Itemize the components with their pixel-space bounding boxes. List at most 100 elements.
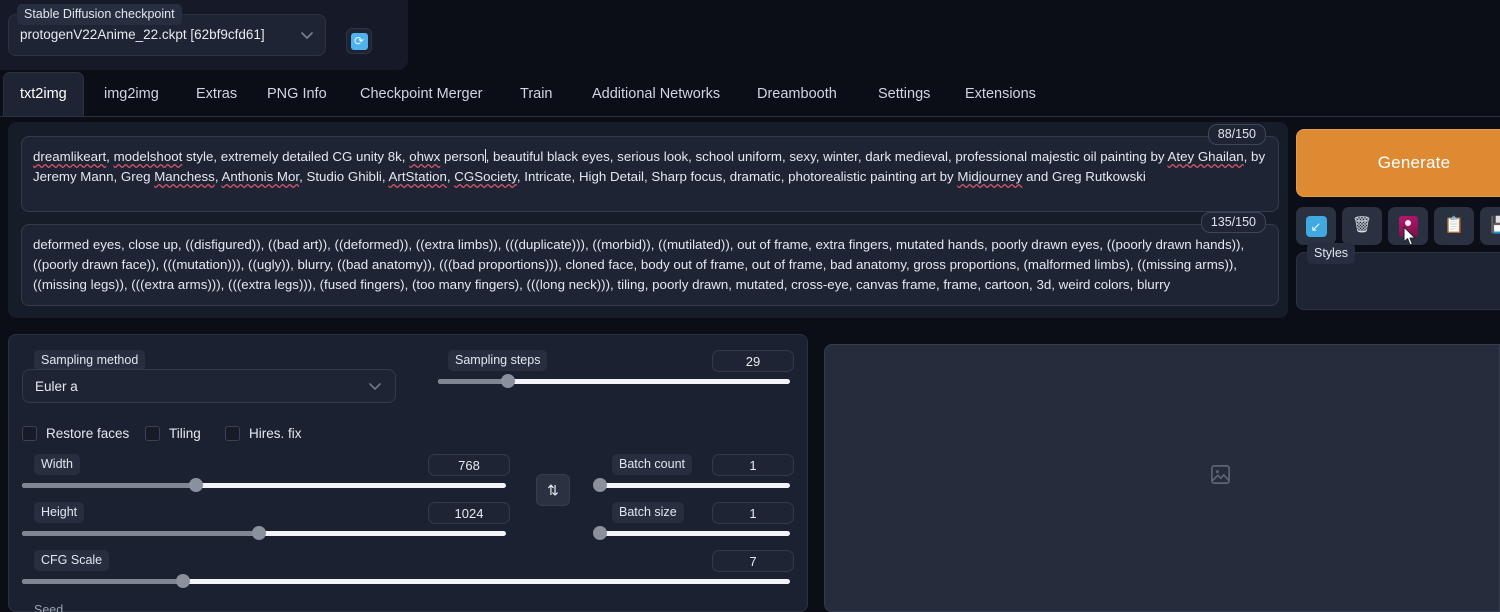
- tab-label: PNG Info: [267, 86, 327, 102]
- slider-thumb[interactable]: [176, 574, 191, 588]
- restore-progress-button[interactable]: ↙: [1296, 207, 1336, 245]
- tab-additional-networks[interactable]: Additional Networks: [576, 72, 736, 116]
- misspelled-word: dreamlikeart: [33, 149, 107, 164]
- checkpoint-value: protogenV22Anime_22.ckpt [62bf9cfd61]: [20, 27, 265, 42]
- swap-arrows-icon: ⇅: [547, 481, 559, 498]
- slider-thumb[interactable]: [593, 526, 607, 540]
- slider-thumb[interactable]: [252, 526, 267, 540]
- misspelled-word: ArtStation: [388, 169, 447, 184]
- clipboard-icon: 📋: [1444, 217, 1464, 234]
- batch-count-label: Batch count: [612, 454, 693, 475]
- prompt-fragment: , Intricate, High Detail, Sharp focus, d…: [516, 169, 958, 184]
- checkpoint-bar: Stable Diffusion checkpoint protogenV22A…: [0, 0, 408, 70]
- slider-thumb[interactable]: [501, 374, 516, 388]
- prompt-fragment: ,: [106, 149, 114, 164]
- slider-track: [600, 531, 790, 536]
- width-value[interactable]: 768: [428, 454, 510, 476]
- negative-prompt-textarea[interactable]: deformed eyes, close up, ((disfigured)),…: [21, 212, 1279, 306]
- checkbox-box[interactable]: [145, 426, 160, 441]
- tab-label: Extras: [196, 86, 238, 102]
- height-slider[interactable]: [22, 526, 506, 540]
- stable-diffusion-webui: Stable Diffusion checkpoint protogenV22A…: [0, 0, 1500, 612]
- sampling-method-value: Euler a: [35, 378, 78, 394]
- swap-dimensions-button[interactable]: ⇅: [536, 474, 570, 506]
- slider-fill: [22, 579, 184, 584]
- slider-thumb[interactable]: [189, 478, 204, 492]
- cfg-scale-value[interactable]: 7: [712, 550, 794, 572]
- styles-label: Styles: [1307, 243, 1356, 264]
- refresh-checkpoints-button[interactable]: ⟳: [346, 28, 372, 54]
- styles-dropdown[interactable]: Styles: [1296, 243, 1500, 310]
- extra-networks-cards-icon: [1398, 215, 1418, 237]
- slider-track: [600, 483, 790, 488]
- misspelled-word: Atey Ghailan: [1167, 149, 1244, 164]
- negative-prompt-text: deformed eyes, close up, ((disfigured)),…: [33, 237, 1248, 292]
- output-gallery-panel: [824, 344, 1500, 612]
- height-label: Height: [34, 502, 85, 523]
- slider-fill: [438, 379, 509, 384]
- checkbox-box[interactable]: [225, 426, 240, 441]
- batch-count-slider[interactable]: [593, 478, 790, 492]
- tiling-label: Tiling: [169, 426, 201, 441]
- tab-txt2img[interactable]: txt2img: [3, 72, 84, 116]
- batch-size-label: Batch size: [612, 502, 684, 523]
- seed-label: Seed: [34, 603, 64, 612]
- chevron-down-icon: [299, 27, 315, 43]
- tab-label: Additional Networks: [592, 86, 721, 102]
- height-value[interactable]: 1024: [428, 502, 510, 524]
- tab-png-info[interactable]: PNG Info: [251, 72, 343, 116]
- show-extra-networks-button[interactable]: [1388, 207, 1428, 245]
- checkpoint-dropdown[interactable]: Stable Diffusion checkpoint protogenV22A…: [8, 4, 326, 56]
- save-style-icon: 💾: [1490, 217, 1500, 234]
- misspelled-word: ohwx: [409, 149, 441, 164]
- restore-faces-checkbox[interactable]: Restore faces: [22, 426, 129, 441]
- image-placeholder-icon: [1209, 463, 1232, 486]
- restore-faces-label: Restore faces: [46, 426, 130, 441]
- trash-icon: 🗑: [1351, 217, 1373, 234]
- tab-label: Dreambooth: [757, 86, 837, 102]
- tab-dreambooth[interactable]: Dreambooth: [741, 72, 853, 116]
- prompt-fragment: person: [440, 149, 485, 164]
- sampling-steps-value[interactable]: 29: [712, 350, 794, 372]
- tab-label: Extensions: [965, 86, 1036, 102]
- batch-size-value[interactable]: 1: [712, 502, 794, 524]
- sampling-method-select[interactable]: Euler a: [22, 369, 396, 403]
- tab-img2img[interactable]: img2img: [88, 72, 175, 116]
- width-slider[interactable]: [22, 478, 506, 492]
- cfg-scale-slider[interactable]: [22, 574, 790, 588]
- prompt-token-counter: 88/150: [1207, 124, 1266, 145]
- slider-fill: [22, 483, 197, 488]
- misspelled-word: Midjourney: [957, 169, 1023, 184]
- tab-extensions[interactable]: Extensions: [949, 72, 1052, 116]
- cfg-scale-label: CFG Scale: [34, 550, 110, 571]
- generate-button-label: Generate: [1377, 153, 1451, 172]
- tab-label: txt2img: [20, 86, 67, 102]
- hires-fix-checkbox[interactable]: Hires. fix: [225, 426, 302, 441]
- tab-settings[interactable]: Settings: [862, 72, 946, 116]
- slider-thumb[interactable]: [593, 478, 607, 492]
- restore-progress-icon: ↙: [1305, 215, 1327, 237]
- hires-fix-label: Hires. fix: [249, 426, 302, 441]
- tab-extras[interactable]: Extras: [180, 72, 253, 116]
- read-generation-parameters-button[interactable]: 📋: [1434, 207, 1474, 245]
- misspelled-word: modelshoot: [113, 149, 183, 164]
- generate-button[interactable]: Generate: [1296, 129, 1500, 197]
- tiling-checkbox[interactable]: Tiling: [145, 426, 201, 441]
- prompt-panel: dreamlikeart, modelshoot style, extremel…: [8, 122, 1288, 318]
- negative-prompt-token-counter: 135/150: [1200, 212, 1266, 233]
- tab-label: Train: [520, 86, 553, 102]
- sampling-steps-slider[interactable]: [438, 374, 790, 388]
- batch-size-slider[interactable]: [593, 526, 790, 540]
- checkpoint-label: Stable Diffusion checkpoint: [17, 4, 182, 25]
- batch-count-value[interactable]: 1: [712, 454, 794, 476]
- prompt-text: dreamlikeart, modelshoot style, extremel…: [33, 147, 1266, 187]
- checkbox-box[interactable]: [22, 426, 37, 441]
- apply-style-button[interactable]: 💾: [1480, 207, 1500, 245]
- prompt-textarea[interactable]: dreamlikeart, modelshoot style, extremel…: [21, 124, 1279, 212]
- tab-train[interactable]: Train: [504, 72, 569, 116]
- misspelled-word: CGSociety: [454, 169, 517, 184]
- chevron-down-icon: [367, 378, 383, 399]
- clear-prompt-button[interactable]: 🗑: [1342, 207, 1382, 245]
- refresh-icon: ⟳: [350, 32, 368, 50]
- tab-checkpoint-merger[interactable]: Checkpoint Merger: [344, 72, 499, 116]
